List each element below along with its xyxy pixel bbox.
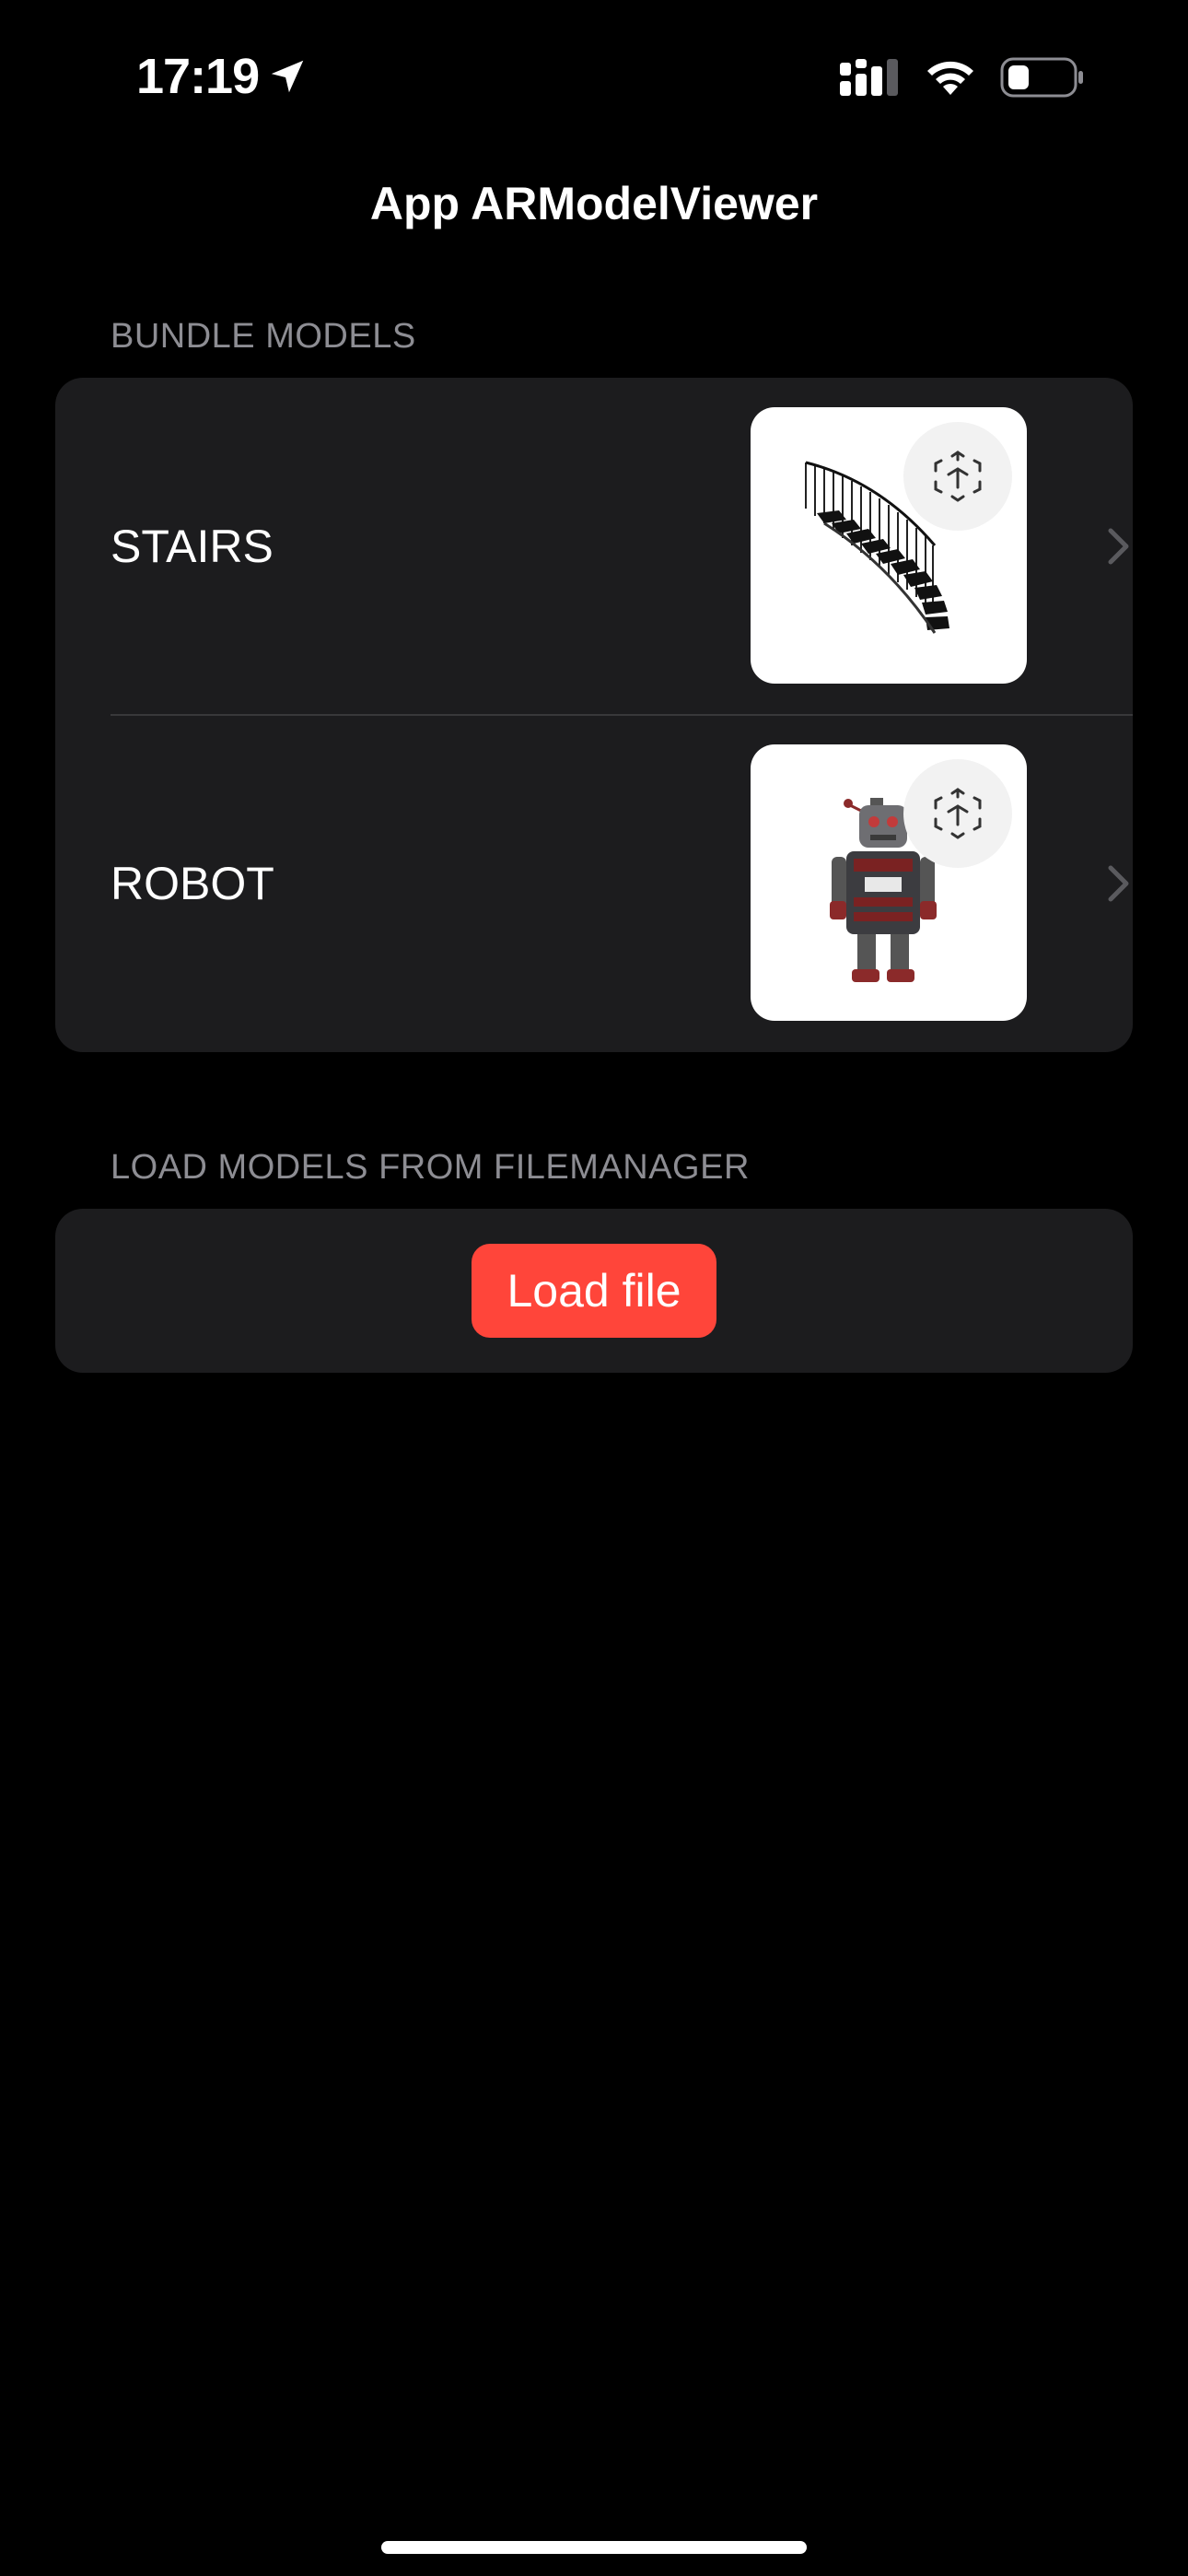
filemanager-section-header: LOAD MODELS FROM FILEMANAGER — [111, 1148, 750, 1187]
list-item-stairs[interactable]: STAIRS — [55, 378, 1133, 715]
robot-label: ROBOT — [111, 858, 274, 909]
ar-cube-icon — [934, 788, 982, 839]
ar-badge — [903, 759, 1012, 868]
bundle-section-header: BUNDLE MODELS — [111, 317, 416, 356]
ar-badge — [903, 422, 1012, 531]
list-item-robot[interactable]: ROBOT — [55, 715, 1133, 1052]
cellular-signal-icon — [840, 59, 898, 96]
wifi-icon — [927, 61, 973, 95]
chevron-right-icon — [1108, 865, 1129, 902]
app-screen: 17:19 App ARModelViewer BUNDLE MODELS ST… — [0, 0, 1188, 2576]
load-file-button[interactable]: Load file — [472, 1244, 716, 1338]
status-icons — [840, 57, 1085, 98]
filemanager-group: Load file — [55, 1209, 1133, 1373]
stairs-model-thumbnail[interactable] — [751, 407, 1027, 684]
home-indicator[interactable] — [381, 2541, 807, 2554]
robot-model-thumbnail[interactable] — [751, 744, 1027, 1021]
battery-icon — [1000, 57, 1083, 98]
ar-cube-icon — [934, 451, 982, 502]
status-time: 17:19 — [136, 48, 309, 105]
bundle-models-list: STAIRS ROBOT — [55, 378, 1133, 1052]
stairs-label: STAIRS — [111, 521, 274, 572]
chevron-right-icon — [1108, 528, 1129, 565]
status-time-text: 17:19 — [136, 49, 260, 104]
location-arrow-icon — [271, 60, 304, 93]
page-title: App ARModelViewer — [369, 178, 819, 229]
